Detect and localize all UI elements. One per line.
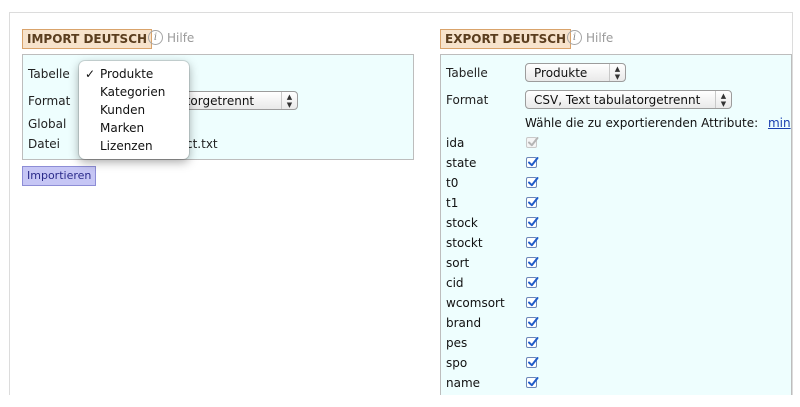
dropdown-option-kategorien[interactable]: Kategorien [79, 83, 189, 101]
checkmark-icon [528, 137, 539, 147]
export-help-label: Hilfe [586, 30, 614, 45]
dropdown-option-label: Produkte [100, 67, 154, 81]
checkmark-icon [528, 217, 539, 227]
attribute-label: t1 [446, 196, 459, 210]
dropdown-option-label: Lizenzen [100, 139, 153, 153]
import-heading: IMPORT DEUTSCH [22, 29, 153, 49]
checkmark-icon [528, 317, 539, 327]
checkmark-icon [528, 157, 539, 167]
checkmark-icon [528, 277, 539, 287]
export-help-link[interactable]: i Hilfe [567, 30, 613, 45]
checkmark-icon [528, 337, 539, 347]
attribute-label: stockt [446, 236, 483, 250]
attribute-checkbox [526, 137, 539, 148]
attributes-prompt: Wähle die zu exportierenden Attribute: [525, 116, 759, 130]
export-format-label: Format [446, 93, 489, 107]
checkmark-icon: ✓ [85, 67, 96, 81]
select-arrows-icon: ▲ ▼ [281, 92, 297, 109]
select-arrows-icon: ▲ ▼ [609, 64, 625, 81]
attribute-checkbox[interactable] [526, 317, 539, 328]
attribute-checkbox[interactable] [526, 357, 539, 368]
attribute-checkbox[interactable] [526, 377, 539, 388]
checkmark-icon [528, 257, 539, 267]
checkmark-icon [528, 357, 539, 367]
attribute-label: sort [446, 256, 470, 270]
export-table-label: Tabelle [446, 66, 488, 80]
export-format-value: CSV, Text tabulatorgetrennt [534, 93, 701, 107]
import-file-value: ct.txt [186, 137, 218, 151]
checkmark-icon [528, 377, 539, 387]
attribute-label: cid [446, 276, 464, 290]
attribute-label: stock [446, 216, 478, 230]
attribute-label: wcomsort [446, 296, 505, 310]
attribute-checkbox[interactable] [526, 337, 539, 348]
export-table-select[interactable]: Produkte ▲ ▼ [525, 63, 626, 82]
import-table-label: Tabelle [28, 67, 70, 81]
attribute-checkbox[interactable] [526, 157, 539, 168]
attribute-label: state [446, 156, 477, 170]
attribute-checkbox[interactable] [526, 257, 539, 268]
checkmark-icon [528, 297, 539, 307]
attribute-label: ida [446, 136, 465, 150]
import-file-label: Datei [28, 137, 61, 151]
attribute-label: t0 [446, 176, 459, 190]
dropdown-option-label: Kunden [100, 103, 146, 117]
attribute-label: pes [446, 336, 468, 350]
attribute-checkbox[interactable] [526, 297, 539, 308]
checkmark-icon [528, 197, 539, 207]
import-format-label: Format [28, 94, 71, 108]
info-icon: i [567, 30, 582, 45]
min-link[interactable]: min [768, 116, 791, 130]
import-table-dropdown[interactable]: ✓ Produkte Kategorien Kunden Marken Lize… [79, 61, 189, 159]
import-help-label: Hilfe [167, 30, 195, 45]
import-button[interactable]: Importieren [22, 166, 97, 186]
attribute-checkbox[interactable] [526, 277, 539, 288]
select-arrows-icon: ▲ ▼ [715, 91, 731, 108]
export-heading: EXPORT DEUTSCH [440, 29, 572, 49]
checkmark-icon [528, 177, 539, 187]
export-format-select[interactable]: CSV, Text tabulatorgetrennt ▲ ▼ [525, 90, 732, 109]
attribute-checkbox[interactable] [526, 237, 539, 248]
attribute-checkbox[interactable] [526, 217, 539, 228]
dropdown-option-label: Marken [100, 121, 145, 135]
import-global-label: Global [28, 117, 67, 131]
dropdown-option-produkte[interactable]: ✓ Produkte [79, 65, 189, 83]
attribute-checkbox[interactable] [526, 197, 539, 208]
attribute-label: brand [446, 316, 482, 330]
export-table-value: Produkte [534, 66, 588, 80]
dropdown-option-marken[interactable]: Marken [79, 119, 189, 137]
attribute-label: name [446, 376, 481, 390]
attributes-prompt-row: Wähle die zu exportierenden Attribute: m… [525, 116, 791, 130]
dropdown-option-lizenzen[interactable]: Lizenzen [79, 137, 189, 155]
checkmark-icon [528, 237, 539, 247]
info-icon: i [148, 30, 163, 45]
dropdown-option-label: Kategorien [100, 85, 166, 99]
attribute-label: spo [446, 356, 468, 370]
import-help-link[interactable]: i Hilfe [148, 30, 194, 45]
dropdown-option-kunden[interactable]: Kunden [79, 101, 189, 119]
attribute-checkbox[interactable] [526, 177, 539, 188]
